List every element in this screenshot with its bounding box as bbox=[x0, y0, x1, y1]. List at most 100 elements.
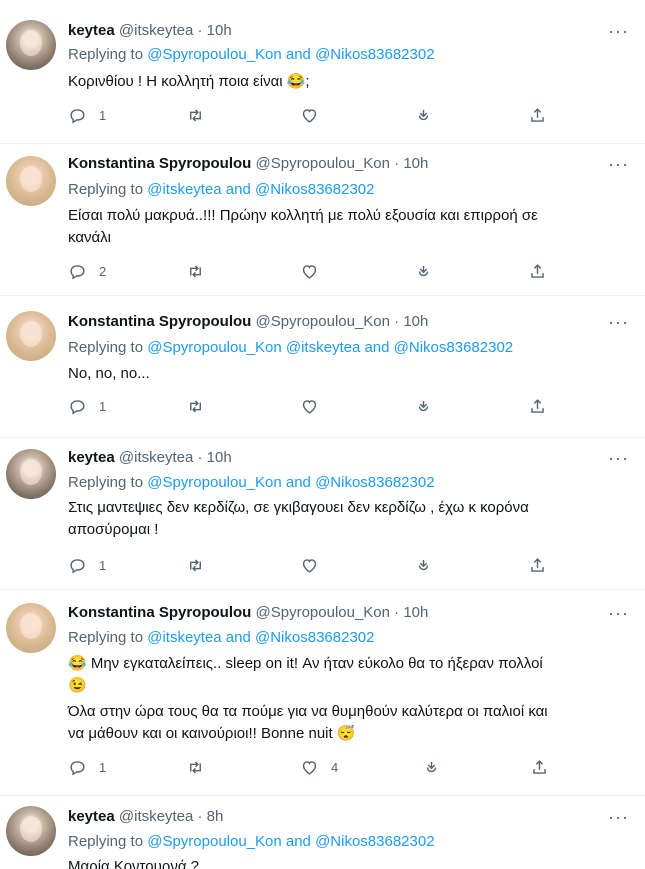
timestamp[interactable]: 10h bbox=[403, 155, 428, 172]
tweet-text-line: Είσαι πολύ μακρυά..!!! Πρώην κολλητή με … bbox=[68, 207, 538, 224]
replying-to-links[interactable]: @Spyropoulou_Kon and @Nikos83682302 bbox=[147, 46, 434, 63]
download-arrow-icon bbox=[418, 559, 429, 571]
tweet-actions: 1 4 bbox=[68, 758, 548, 780]
author-handle[interactable]: @Spyropoulou_Kon bbox=[256, 155, 391, 172]
avatar[interactable] bbox=[6, 806, 56, 856]
tweet-text-line: Όλα στην ώρα τους θα τα πούμε για να θυμ… bbox=[68, 703, 548, 720]
share-icon bbox=[531, 558, 544, 572]
author-handle[interactable]: @Spyropoulou_Kon bbox=[256, 313, 391, 330]
download-arrow-icon bbox=[418, 265, 429, 277]
author-name[interactable]: keytea bbox=[68, 808, 115, 825]
replying-to-links[interactable]: @Spyropoulou_Kon and @Nikos83682302 bbox=[147, 474, 434, 491]
replying-to-links[interactable]: @itskeytea and @Nikos83682302 bbox=[147, 629, 374, 646]
reply-button[interactable]: 1 bbox=[68, 758, 106, 777]
reply-icon bbox=[70, 265, 85, 280]
replying-to-links[interactable]: @itskeytea and @Nikos83682302 bbox=[147, 181, 374, 198]
analytics-button[interactable] bbox=[414, 262, 433, 281]
reply-button[interactable]: 2 bbox=[68, 262, 106, 281]
author-name[interactable]: Konstantina Spyropoulou bbox=[68, 604, 251, 621]
timestamp[interactable]: 10h bbox=[207, 449, 232, 466]
retweet-icon bbox=[190, 761, 201, 774]
timestamp[interactable]: 8h bbox=[207, 808, 224, 825]
author-name[interactable]: Konstantina Spyropoulou bbox=[68, 155, 251, 172]
like-button[interactable] bbox=[300, 262, 331, 281]
like-button[interactable] bbox=[300, 556, 331, 575]
tweet[interactable]: keytea @itskeytea · 8h ··· Replying to @… bbox=[0, 796, 645, 869]
author-handle[interactable]: @itskeytea bbox=[119, 449, 193, 466]
retweet-button[interactable] bbox=[186, 397, 205, 416]
download-arrow-icon bbox=[418, 109, 429, 121]
reply-count: 1 bbox=[99, 399, 107, 414]
tweet-header: Konstantina Spyropoulou @Spyropoulou_Kon… bbox=[68, 312, 428, 332]
tweet[interactable]: Konstantina Spyropoulou @Spyropoulou_Kon… bbox=[0, 296, 645, 438]
share-button[interactable] bbox=[530, 758, 549, 777]
tweet[interactable]: Konstantina Spyropoulou @Spyropoulou_Kon… bbox=[0, 144, 645, 296]
tweet-text-line: No, no, no... bbox=[68, 365, 150, 382]
reply-button[interactable]: 1 bbox=[68, 106, 106, 125]
more-options-icon[interactable]: ··· bbox=[608, 22, 629, 40]
retweet-button[interactable] bbox=[186, 556, 205, 575]
tweet-actions: 1 bbox=[68, 556, 548, 578]
replying-to: Replying to @Spyropoulou_Kon and @Nikos8… bbox=[68, 473, 435, 493]
avatar[interactable] bbox=[6, 603, 56, 653]
analytics-button[interactable] bbox=[414, 397, 433, 416]
replying-to: Replying to @Spyropoulou_Kon and @Nikos8… bbox=[68, 832, 435, 852]
retweet-button[interactable] bbox=[186, 758, 205, 777]
more-options-icon[interactable]: ··· bbox=[608, 155, 629, 173]
tweet[interactable]: Konstantina Spyropoulou @Spyropoulou_Kon… bbox=[0, 590, 645, 796]
avatar[interactable] bbox=[6, 20, 56, 70]
tweet-text-line: 😂 Μην εγκαταλείπεις.. sleep on it! Αν ήτ… bbox=[68, 655, 543, 672]
author-handle[interactable]: @itskeytea bbox=[119, 22, 193, 39]
more-options-icon[interactable]: ··· bbox=[608, 313, 629, 331]
tweet[interactable]: keytea @itskeytea · 10h ··· Replying to … bbox=[0, 438, 645, 590]
replying-to-links[interactable]: @Spyropoulou_Kon and @Nikos83682302 bbox=[147, 833, 434, 850]
tweet-text-line: αποσύρομαι ! bbox=[68, 521, 159, 538]
share-button[interactable] bbox=[528, 106, 547, 125]
author-name[interactable]: Konstantina Spyropoulou bbox=[68, 313, 251, 330]
tweet-text: 😂 Μην εγκαταλείπεις.. sleep on it! Αν ήτ… bbox=[68, 653, 628, 745]
share-button[interactable] bbox=[528, 397, 547, 416]
retweet-button[interactable] bbox=[186, 106, 205, 125]
tweet-text: Στις μαντεψιες δεν κερδίζω, σε γκιβαγουε… bbox=[68, 497, 628, 541]
analytics-button[interactable] bbox=[414, 106, 433, 125]
reply-button[interactable]: 1 bbox=[68, 556, 106, 575]
more-options-icon[interactable]: ··· bbox=[608, 449, 629, 467]
avatar[interactable] bbox=[6, 156, 56, 206]
tweet-text-line: 😉 bbox=[68, 677, 87, 694]
separator-dot: · bbox=[394, 604, 400, 621]
like-button[interactable] bbox=[300, 397, 331, 416]
author-name[interactable]: keytea bbox=[68, 22, 115, 39]
reply-icon bbox=[70, 109, 85, 124]
replying-to-label: Replying to bbox=[68, 339, 144, 356]
avatar[interactable] bbox=[6, 311, 56, 361]
share-button[interactable] bbox=[528, 262, 547, 281]
more-options-icon[interactable]: ··· bbox=[608, 808, 629, 826]
more-options-icon[interactable]: ··· bbox=[608, 604, 629, 622]
like-button[interactable] bbox=[300, 106, 331, 125]
timestamp[interactable]: 10h bbox=[207, 22, 232, 39]
tweet-text: Μαρία Κοντουρνά ? bbox=[68, 856, 628, 869]
timestamp[interactable]: 10h bbox=[403, 313, 428, 330]
replying-to-label: Replying to bbox=[68, 474, 144, 491]
reply-button[interactable]: 1 bbox=[68, 397, 106, 416]
author-name[interactable]: keytea bbox=[68, 449, 115, 466]
share-button[interactable] bbox=[528, 556, 547, 575]
tweet-text: No, no, no... bbox=[68, 363, 628, 385]
tweet-header: Konstantina Spyropoulou @Spyropoulou_Kon… bbox=[68, 603, 428, 623]
timestamp[interactable]: 10h bbox=[403, 604, 428, 621]
retweet-button[interactable] bbox=[186, 262, 205, 281]
tweet-text-line: να μάθουν και οι καινούριοι!! Bonne nuit… bbox=[68, 725, 356, 742]
replying-to-links[interactable]: @Spyropoulou_Kon @itskeytea and @Nikos83… bbox=[147, 339, 513, 356]
separator-dot: · bbox=[394, 313, 400, 330]
author-handle[interactable]: @Spyropoulou_Kon bbox=[256, 604, 391, 621]
tweet[interactable]: keytea @itskeytea · 10h ··· Replying to … bbox=[0, 0, 645, 144]
avatar[interactable] bbox=[6, 449, 56, 499]
like-button[interactable]: 4 bbox=[300, 758, 338, 777]
analytics-button[interactable] bbox=[422, 758, 441, 777]
tweet-text-line: κανάλι bbox=[68, 229, 111, 246]
heart-icon bbox=[302, 761, 317, 775]
analytics-button[interactable] bbox=[414, 556, 433, 575]
author-handle[interactable]: @itskeytea bbox=[119, 808, 193, 825]
heart-icon bbox=[302, 559, 317, 573]
reply-count: 1 bbox=[99, 108, 107, 123]
